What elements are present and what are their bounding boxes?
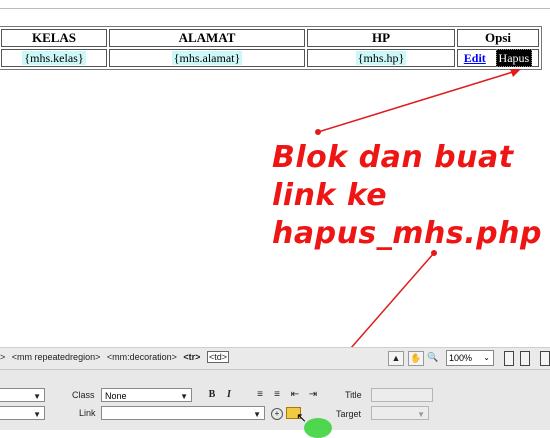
chevron-down-icon: ▼: [33, 392, 41, 401]
zoom-select[interactable]: 100% ⌄: [446, 350, 494, 366]
zoom-value: 100%: [449, 353, 473, 363]
ordered-list-icon[interactable]: ≡: [271, 389, 283, 401]
chevron-down-icon: ▼: [417, 410, 425, 419]
font-select[interactable]: ▼: [0, 406, 45, 420]
zoom-icon[interactable]: 🔍: [426, 351, 440, 364]
target-select[interactable]: ▼: [371, 406, 429, 420]
title-label: Title: [345, 390, 362, 400]
window-size-icon-2[interactable]: [520, 351, 530, 366]
chevron-down-icon: ▼: [253, 410, 261, 419]
title-input[interactable]: [371, 388, 433, 402]
property-inspector: ▼ ▼ Class None ▼ Link ▼ + ↖ B I ≡ ≡ ⇤ ⇥ T…: [0, 369, 550, 438]
annotation-line-2: link ke: [272, 178, 388, 213]
link-label: Link: [79, 408, 96, 418]
cursor-highlight: [304, 418, 332, 438]
mouse-cursor-icon: ↖: [296, 410, 307, 425]
annotation-line-1: Blok dan buat: [272, 140, 514, 175]
crumb-repeatedregion[interactable]: <mm repeatedregion>: [12, 352, 101, 362]
chevron-down-icon: ▼: [33, 410, 41, 419]
class-label: Class: [72, 390, 95, 400]
tag-selector: > <mm repeatedregion> <mm:decoration> <t…: [0, 351, 233, 363]
crumb-0[interactable]: >: [0, 352, 5, 362]
indent-icon[interactable]: ⇥: [307, 389, 319, 401]
class-value: None: [105, 391, 127, 401]
crumb-tr[interactable]: <tr>: [183, 352, 200, 362]
crumb-td[interactable]: <td>: [206, 351, 229, 363]
chevron-down-icon: ▼: [180, 392, 188, 401]
annotation-line-3: hapus_mhs.php: [272, 216, 542, 251]
italic-button[interactable]: I: [223, 389, 235, 401]
arrow-head-hapus: [510, 69, 521, 77]
chevron-down-icon: ⌄: [483, 353, 490, 362]
point-to-file-icon[interactable]: +: [271, 408, 283, 420]
arrow-dot-top: [315, 129, 321, 135]
arrow-to-hapus: [317, 70, 517, 133]
bold-button[interactable]: B: [206, 389, 218, 401]
crumb-decoration[interactable]: <mm:decoration>: [107, 352, 177, 362]
class-select[interactable]: None ▼: [101, 388, 192, 402]
target-label: Target: [336, 409, 362, 419]
window-size-icon-1[interactable]: [504, 351, 514, 366]
format-select[interactable]: ▼: [0, 388, 45, 402]
window-size-icon-3[interactable]: [540, 351, 550, 366]
unordered-list-icon[interactable]: ≡: [254, 389, 266, 401]
pointer-icon[interactable]: ▲: [388, 351, 404, 366]
status-bar: > <mm repeatedregion> <mm:decoration> <t…: [0, 347, 550, 370]
link-input[interactable]: ▼: [101, 406, 265, 420]
outdent-icon[interactable]: ⇤: [289, 389, 301, 401]
hand-icon[interactable]: ✋: [408, 351, 424, 366]
